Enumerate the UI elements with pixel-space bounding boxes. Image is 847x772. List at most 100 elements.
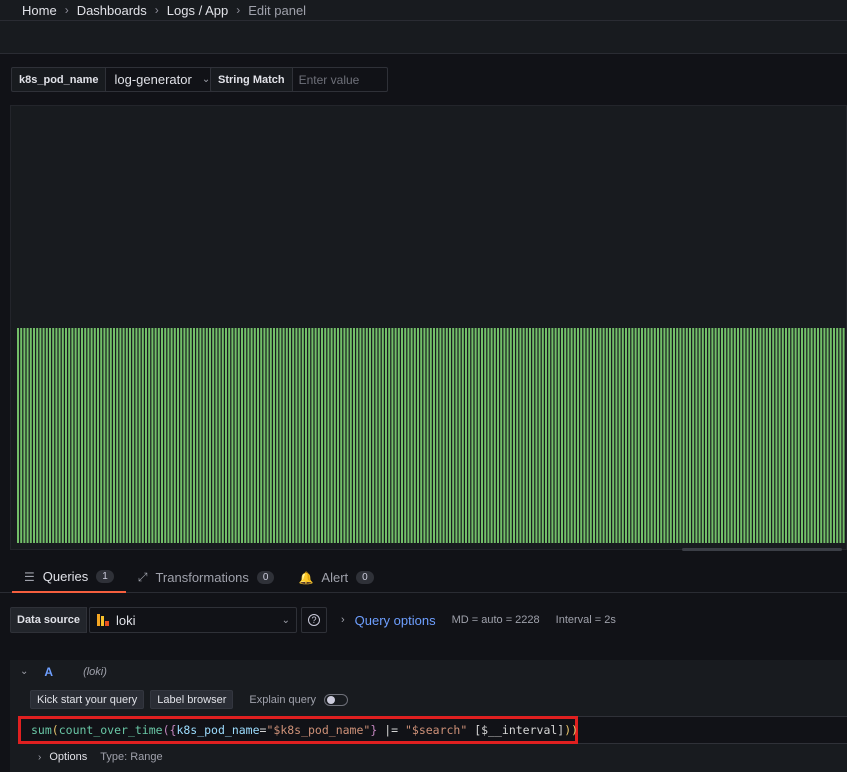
chart-bar: [285, 328, 288, 543]
kick-start-button[interactable]: Kick start your query: [30, 690, 145, 709]
chart-bar: [365, 328, 368, 543]
pod-variable-select[interactable]: log-generator ⌄: [105, 67, 220, 92]
breadcrumb-home[interactable]: Home: [22, 3, 57, 18]
chart-bar: [743, 328, 746, 543]
chart-bar: [199, 328, 202, 543]
chart-bar: [209, 328, 211, 543]
explain-query-toggle[interactable]: [324, 693, 349, 706]
label-browser-button[interactable]: Label browser: [150, 690, 234, 709]
chart-bar: [135, 328, 138, 543]
chart-bar: [522, 328, 525, 543]
breadcrumb-dashboard[interactable]: Logs / App: [167, 3, 228, 18]
chart-bar: [381, 328, 384, 543]
chart-bar: [378, 328, 381, 543]
chart-bar: [689, 328, 691, 543]
chevron-right-icon: ›: [340, 614, 345, 626]
query-type: Type: Range: [100, 751, 163, 763]
chart-bar: [820, 328, 823, 543]
search-input[interactable]: [291, 67, 388, 92]
chart-bar: [276, 328, 279, 543]
chevron-right-icon: ›: [38, 751, 42, 763]
chart-bar: [202, 328, 205, 543]
chart-bar: [36, 328, 39, 543]
chart-bar: [84, 328, 87, 543]
chart-bar: [189, 328, 192, 543]
chart-bar: [413, 328, 416, 543]
chart-bar: [298, 328, 301, 543]
chart-bar: [679, 328, 682, 543]
chart-bar: [154, 328, 157, 543]
chart-bar: [545, 328, 547, 543]
chart-bar: [580, 328, 583, 543]
datasource-select[interactable]: loki ⌄: [88, 607, 297, 633]
chart-bar: [55, 328, 58, 543]
chart-bar: [295, 328, 298, 543]
chart-bar: [279, 328, 282, 543]
chart-bar: [314, 328, 317, 543]
query-options-toggle[interactable]: › Query options MD = auto = 2228 Interva…: [341, 613, 616, 628]
chart-bar: [61, 328, 64, 543]
panel-preview: [10, 105, 847, 551]
chart-bar: [625, 328, 627, 543]
query-ref-id[interactable]: A: [44, 665, 53, 679]
tab-queries[interactable]: ☰ Queries 1: [12, 562, 126, 593]
chart-bar: [359, 328, 362, 543]
chart-bar: [388, 328, 391, 543]
chart-bar: [196, 328, 199, 543]
tab-alert[interactable]: 🔔 Alert 0: [286, 562, 385, 593]
horizontal-scrollbar[interactable]: [682, 548, 842, 551]
chart-bar: [746, 328, 749, 543]
chart-bar: [801, 328, 803, 543]
chart-bar: [471, 328, 474, 543]
chart-bar: [701, 328, 704, 543]
chart-bar: [141, 328, 144, 543]
chart-bar: [161, 328, 163, 543]
chart-bar: [177, 328, 179, 543]
query-code-editor[interactable]: sum(count_over_time({k8s_pod_name = "$k8s_…: [18, 716, 578, 744]
chart-bar: [237, 328, 240, 543]
interval: Interval = 2s: [555, 614, 616, 626]
chart-bar: [231, 328, 234, 543]
chart-bar: [426, 328, 429, 543]
chart-bar: [305, 328, 307, 543]
chart-bar: [650, 328, 653, 543]
chart-bar: [653, 328, 656, 543]
chart-bar: [490, 328, 493, 543]
chart-bar: [404, 328, 407, 543]
query-options-row[interactable]: › Options Type: Range: [38, 751, 163, 763]
chart-bar: [762, 328, 765, 543]
chart-bar: [509, 328, 512, 543]
chart-bar: [714, 328, 717, 543]
chart-bar: [151, 328, 154, 543]
chart-bar: [673, 328, 675, 543]
chart-bar: [193, 328, 195, 543]
datasource-help-button[interactable]: ?: [300, 607, 327, 633]
chart-bar: [445, 328, 448, 543]
chart-bar: [74, 328, 77, 543]
chart-bar: [753, 328, 755, 543]
chart-bar: [340, 328, 343, 543]
breadcrumb-current: Edit panel: [248, 2, 307, 18]
chart-bar: [733, 328, 736, 543]
query-options-label: Query options: [354, 612, 436, 628]
chart-bar: [410, 328, 413, 543]
database-icon: ☰: [24, 569, 35, 584]
chart-bar: [106, 328, 109, 543]
editor-tabs: ☰ Queries 1 ⤢ Transformations 0 🔔 Alert …: [0, 562, 847, 593]
tab-count-badge: 0: [256, 571, 275, 584]
chevron-down-icon[interactable]: ⌄: [20, 666, 28, 677]
chart-bar: [583, 328, 586, 543]
tab-transformations[interactable]: ⤢ Transformations 0: [126, 562, 287, 593]
chart-bar: [842, 328, 845, 543]
chart-bar: [42, 328, 45, 543]
chart-bar: [138, 328, 141, 543]
query-row-header[interactable]: ⌄ A (loki): [10, 660, 847, 683]
chart-bar: [609, 328, 611, 543]
chart-bar: [129, 328, 131, 543]
chart-bar: [532, 328, 535, 543]
explain-query[interactable]: Explain query: [249, 693, 349, 706]
editor-area[interactable]: [578, 716, 847, 744]
chart-bar: [797, 328, 800, 543]
breadcrumb-dashboards[interactable]: Dashboards: [77, 3, 147, 18]
chart-bar: [669, 328, 672, 543]
